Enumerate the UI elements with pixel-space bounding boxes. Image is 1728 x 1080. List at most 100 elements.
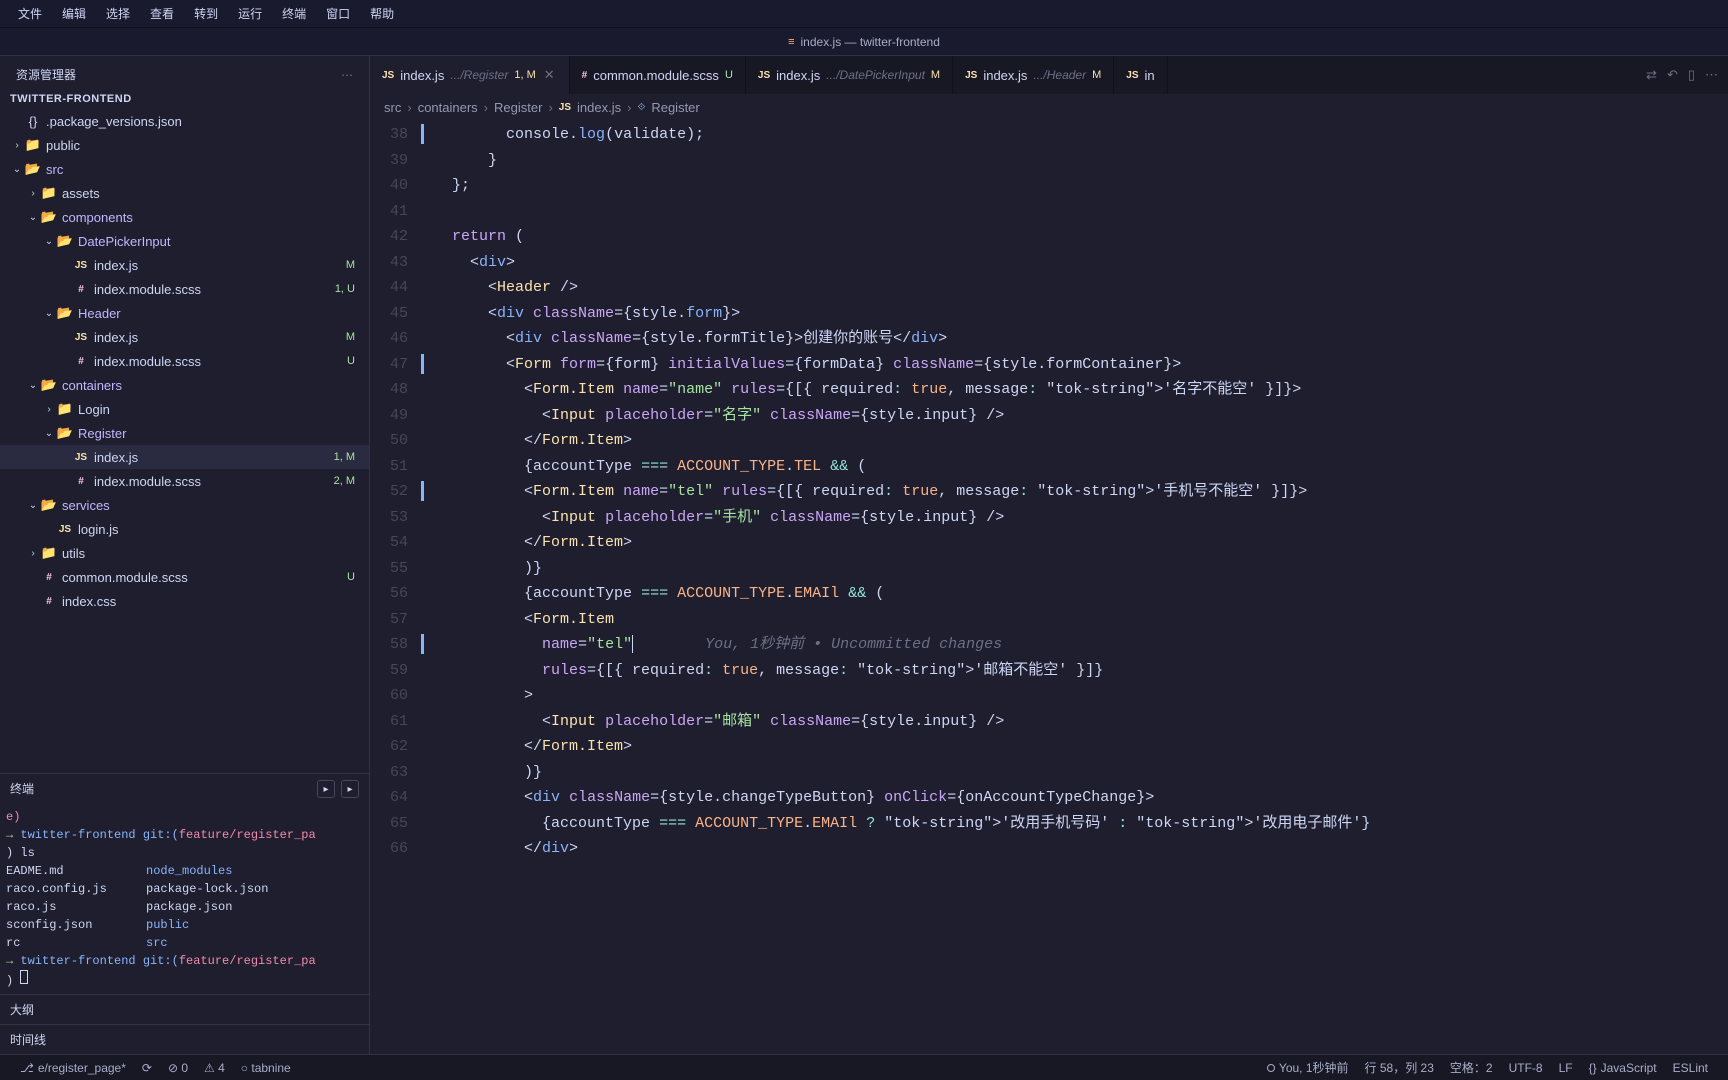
timeline-panel[interactable]: 时间线 (0, 1024, 369, 1054)
status-cursor-pos[interactable]: 行 58，列 23 (1357, 1059, 1442, 1076)
code-content[interactable]: <Form.Item name="tel" rules={[{ required… (426, 479, 1307, 505)
menu-go[interactable]: 转到 (184, 5, 228, 22)
status-errors[interactable]: ⊘ 0 (160, 1061, 196, 1075)
code-content[interactable]: return ( (426, 224, 524, 250)
code-line[interactable]: 62 </Form.Item> (370, 734, 1728, 760)
tree-item[interactable]: JSindex.jsM (0, 325, 369, 349)
tree-item[interactable]: JSindex.js1, M (0, 445, 369, 469)
breadcrumbs[interactable]: src›containers›Register›JSindex.js›⟐Regi… (370, 94, 1728, 122)
code-line[interactable]: 42 return ( (370, 224, 1728, 250)
code-content[interactable]: </Form.Item> (426, 530, 632, 556)
breadcrumb-item[interactable]: src (384, 100, 401, 115)
code-content[interactable]: <Input placeholder="手机" className={style… (426, 505, 1004, 531)
status-warnings[interactable]: ⚠ 4 (196, 1061, 233, 1075)
code-content[interactable]: console.log(validate); (426, 122, 704, 148)
tree-item[interactable]: #common.module.scssU (0, 565, 369, 589)
code-line[interactable]: 49 <Input placeholder="名字" className={st… (370, 403, 1728, 429)
chevron-icon[interactable]: ⌄ (42, 236, 56, 247)
code-line[interactable]: 45 <div className={style.form}> (370, 301, 1728, 327)
tree-item[interactable]: {}.package_versions.json (0, 109, 369, 133)
status-indent[interactable]: 空格：2 (1442, 1059, 1501, 1076)
code-content[interactable]: {accountType === ACCOUNT_TYPE.EMAIl && ( (426, 581, 884, 607)
chevron-icon[interactable]: ⌄ (10, 164, 24, 175)
code-line[interactable]: 38 console.log(validate); (370, 122, 1728, 148)
status-eslint[interactable]: ESLint (1665, 1059, 1716, 1076)
code-line[interactable]: 48 <Form.Item name="name" rules={[{ requ… (370, 377, 1728, 403)
code-content[interactable]: )} (426, 556, 542, 582)
explorer-more-icon[interactable]: ⋯ (341, 68, 353, 82)
breadcrumb-item[interactable]: Register (651, 100, 699, 115)
code-line[interactable]: 47 <Form form={form} initialValues={form… (370, 352, 1728, 378)
revert-icon[interactable]: ↶ (1667, 67, 1678, 83)
tree-item[interactable]: ›📁assets (0, 181, 369, 205)
close-icon[interactable]: ✕ (542, 67, 557, 83)
code-line[interactable]: 41 (370, 199, 1728, 225)
tree-item[interactable]: #index.module.scss1, U (0, 277, 369, 301)
status-sync[interactable]: ⟳ (134, 1061, 160, 1075)
breadcrumb-item[interactable]: Register (494, 100, 542, 115)
code-line[interactable]: 53 <Input placeholder="手机" className={st… (370, 505, 1728, 531)
code-content[interactable]: </Form.Item> (426, 734, 632, 760)
code-line[interactable]: 55 )} (370, 556, 1728, 582)
code-content[interactable]: <Header /> (426, 275, 578, 301)
tree-item[interactable]: ›📁Login (0, 397, 369, 421)
chevron-icon[interactable]: › (10, 140, 24, 151)
code-editor[interactable]: 38 console.log(validate);39 }40 };4142 r… (370, 122, 1728, 1054)
tree-item[interactable]: JSlogin.js (0, 517, 369, 541)
code-line[interactable]: 57 <Form.Item (370, 607, 1728, 633)
menu-window[interactable]: 窗口 (316, 5, 360, 22)
code-line[interactable]: 39 } (370, 148, 1728, 174)
tree-item[interactable]: ›📁public (0, 133, 369, 157)
code-line[interactable]: 58 name="tel" You, 1秒钟前 • Uncommitted ch… (370, 632, 1728, 658)
editor-tab[interactable]: JSindex.js.../Register1, M✕ (370, 56, 570, 94)
code-line[interactable]: 54 </Form.Item> (370, 530, 1728, 556)
code-line[interactable]: 66 </div> (370, 836, 1728, 862)
tree-item[interactable]: ⌄📂Register (0, 421, 369, 445)
code-content[interactable]: <div className={style.formTitle}>创建你的账号<… (426, 326, 947, 352)
chevron-icon[interactable]: ⌄ (26, 380, 40, 391)
chevron-icon[interactable]: › (26, 548, 40, 559)
chevron-icon[interactable]: › (26, 188, 40, 199)
code-content[interactable]: )} (426, 760, 542, 786)
code-line[interactable]: 63 )} (370, 760, 1728, 786)
code-line[interactable]: 50 </Form.Item> (370, 428, 1728, 454)
code-line[interactable]: 56 {accountType === ACCOUNT_TYPE.EMAIl &… (370, 581, 1728, 607)
editor-tab[interactable]: JSin (1114, 56, 1167, 94)
code-line[interactable]: 52 <Form.Item name="tel" rules={[{ requi… (370, 479, 1728, 505)
code-line[interactable]: 65 {accountType === ACCOUNT_TYPE.EMAIl ?… (370, 811, 1728, 837)
menu-file[interactable]: 文件 (8, 5, 52, 22)
status-eol[interactable]: LF (1551, 1059, 1581, 1076)
code-line[interactable]: 64 <div className={style.changeTypeButto… (370, 785, 1728, 811)
code-content[interactable]: </Form.Item> (426, 428, 632, 454)
code-line[interactable]: 46 <div className={style.formTitle}>创建你的… (370, 326, 1728, 352)
compare-icon[interactable]: ⇄ (1646, 67, 1657, 83)
tree-item[interactable]: #index.css (0, 589, 369, 613)
code-content[interactable]: {accountType === ACCOUNT_TYPE.TEL && ( (426, 454, 866, 480)
chevron-icon[interactable]: ⌄ (42, 428, 56, 439)
code-content[interactable]: <Form.Item (426, 607, 614, 633)
menu-edit[interactable]: 编辑 (52, 5, 96, 22)
code-line[interactable]: 43 <div> (370, 250, 1728, 276)
chevron-icon[interactable]: ⌄ (26, 500, 40, 511)
code-content[interactable]: <Input placeholder="名字" className={style… (426, 403, 1004, 429)
project-name[interactable]: TWITTER-FRONTEND (0, 89, 369, 109)
outline-panel[interactable]: 大纲 (0, 994, 369, 1024)
status-tabnine[interactable]: ○ tabnine (233, 1061, 299, 1075)
tree-item[interactable]: ⌄📂containers (0, 373, 369, 397)
tree-item[interactable]: ⌄📂services (0, 493, 369, 517)
code-line[interactable]: 51 {accountType === ACCOUNT_TYPE.TEL && … (370, 454, 1728, 480)
editor-tab[interactable]: JSindex.js.../HeaderM (953, 56, 1114, 94)
terminal-action-icon[interactable]: ▸ (341, 780, 359, 798)
editor-tab[interactable]: JSindex.js.../DatePickerInputM (746, 56, 953, 94)
code-content[interactable]: <Input placeholder="邮箱" className={style… (426, 709, 1004, 735)
code-content[interactable]: {accountType === ACCOUNT_TYPE.EMAIl ? "t… (426, 811, 1370, 837)
chevron-icon[interactable]: ⌄ (26, 212, 40, 223)
code-line[interactable]: 59 rules={[{ required: true, message: "t… (370, 658, 1728, 684)
code-content[interactable]: rules={[{ required: true, message: "tok-… (426, 658, 1103, 684)
tree-item[interactable]: ⌄📂src (0, 157, 369, 181)
code-line[interactable]: 60 > (370, 683, 1728, 709)
code-content[interactable]: } (426, 148, 497, 174)
code-line[interactable]: 40 }; (370, 173, 1728, 199)
chevron-icon[interactable]: ⌄ (42, 308, 56, 319)
code-line[interactable]: 61 <Input placeholder="邮箱" className={st… (370, 709, 1728, 735)
